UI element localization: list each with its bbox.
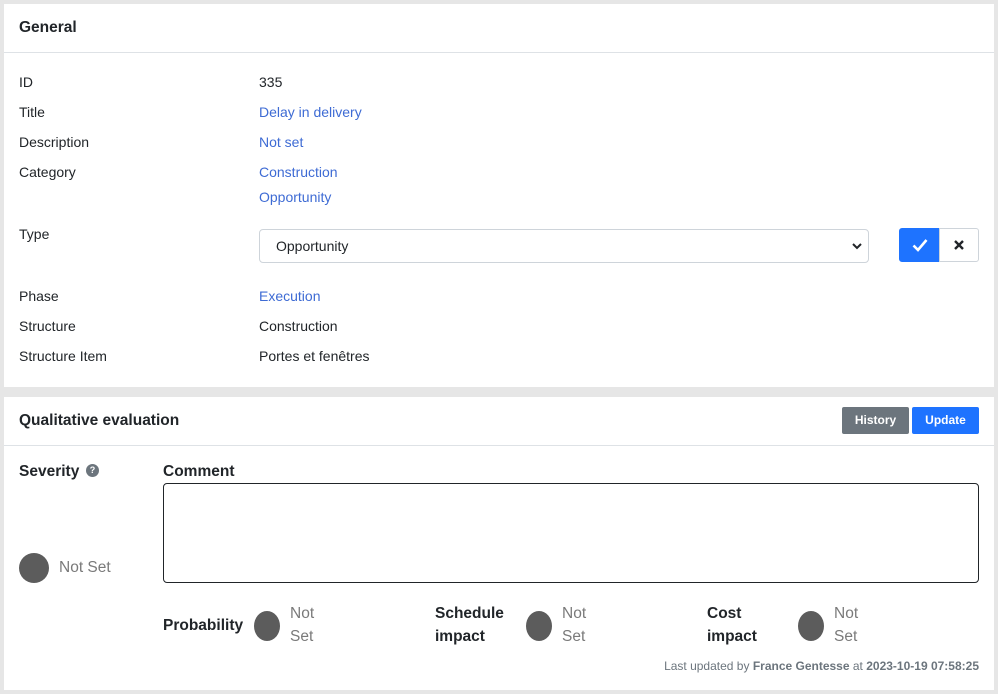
cost-impact-indicator-dot [798,611,824,641]
structure-item-label: Structure Item [19,348,107,364]
schedule-impact-label-line2: impact [435,628,485,645]
confirm-type-button[interactable] [899,228,940,262]
structure-value: Construction [259,318,338,334]
title-value-link[interactable]: Delay in delivery [259,104,362,120]
chevron-down-icon [852,243,862,250]
last-updated-user: France Gentesse [752,659,850,673]
qualitative-card-header: Qualitative evaluation History Update [4,397,994,446]
id-value: 335 [259,74,283,90]
category-label: Category [19,164,76,180]
probability-label: Probability [163,617,244,634]
type-label: Type [19,226,50,242]
type-select[interactable]: Opportunity [259,229,869,263]
schedule-impact-value-line2: Set [562,628,586,645]
description-value-link[interactable]: Not set [259,134,303,150]
cost-impact-label-line2: impact [707,628,757,645]
phase-label: Phase [19,288,59,304]
last-updated-at: at [852,659,863,673]
id-label: ID [19,74,33,90]
category-value-construction[interactable]: Construction [259,164,338,180]
title-label: Title [19,104,45,120]
cancel-type-button[interactable] [939,228,979,262]
close-icon [954,240,964,250]
probability-value-line2: Set [290,628,314,645]
severity-indicator-dot [19,553,49,583]
description-label: Description [19,134,90,150]
probability-value-line1: Not [290,605,315,622]
severity-value: Not Set [59,559,111,576]
history-button[interactable]: History [842,407,909,434]
comment-label: Comment [163,463,235,480]
phase-value-link[interactable]: Execution [259,288,320,304]
probability-indicator-dot [254,611,280,641]
qualitative-evaluation-card: Qualitative evaluation History Update Se… [4,397,994,690]
structure-item-value: Portes et fenêtres [259,348,370,364]
last-updated-timestamp: 2023-10-19 07:58:25 [866,659,979,673]
last-updated-info: Last updated by France Gentesse at 2023-… [664,659,979,673]
qualitative-title: Qualitative evaluation [19,412,180,429]
cost-impact-value-line2: Set [834,628,858,645]
check-icon [912,239,927,252]
general-card: General ID 335 Title Delay in delivery D… [4,4,994,387]
general-title: General [19,19,77,36]
schedule-impact-value-line1: Not [562,605,587,622]
category-value-opportunity[interactable]: Opportunity [259,189,331,205]
schedule-impact-label-line1: Schedule [435,605,504,622]
cost-impact-value-line1: Not [834,605,859,622]
last-updated-prefix: Last updated by [664,659,750,673]
question-circle-icon[interactable]: ? [86,464,99,477]
severity-label: Severity [19,463,80,480]
update-button[interactable]: Update [912,407,979,434]
cost-impact-label-line1: Cost [707,605,742,622]
structure-label: Structure [19,318,76,334]
comment-textarea[interactable] [163,483,979,583]
type-select-value: Opportunity [276,238,349,254]
schedule-impact-indicator-dot [526,611,552,641]
general-card-header: General [4,4,994,53]
